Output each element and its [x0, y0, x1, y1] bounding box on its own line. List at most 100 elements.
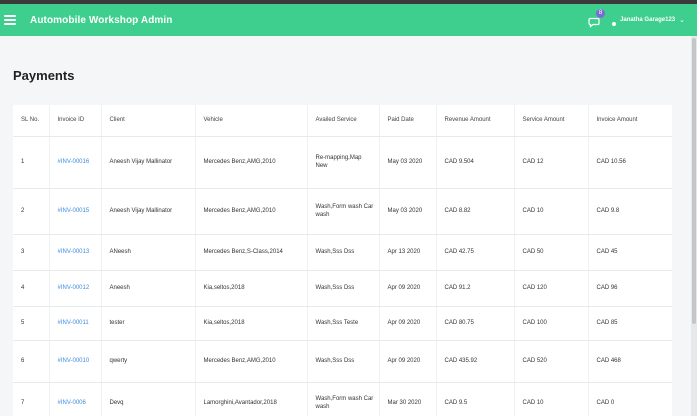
chat-icon[interactable]: 8	[588, 9, 606, 28]
table-header-row: SL No. Invoice ID Client Vehicle Availed…	[13, 105, 672, 137]
revenue-cell: CAD 8.82	[436, 188, 515, 235]
app-title: Automobile Workshop Admin	[30, 14, 173, 26]
hamburger-menu-icon[interactable]	[4, 15, 16, 25]
column-header: Service Amount	[514, 105, 589, 137]
paid-date-cell: Apr 09 2020	[379, 340, 437, 383]
vehicle-cell: Lamorghini,Avantador,2018	[195, 382, 308, 416]
client-cell: Aneesh	[101, 270, 196, 307]
invoice-id-cell: #INV-00016	[49, 136, 102, 189]
service-amount-cell: CAD 12	[514, 136, 589, 189]
invoice-id-cell: #INV-00013	[49, 234, 102, 271]
invoice-link[interactable]: #INV-00012	[58, 285, 90, 291]
table-row: 5 #INV-00011 tester Kia,seltos,2018 Wash…	[13, 306, 672, 341]
service-amount-cell: CAD 10	[514, 188, 589, 235]
vehicle-cell: Kia,seltos,2018	[195, 270, 308, 307]
scrollbar-thumb[interactable]	[692, 38, 696, 324]
payments-table: SL No. Invoice ID Client Vehicle Availed…	[13, 105, 672, 416]
invoice-link[interactable]: #INV-00016	[58, 159, 90, 165]
invoice-id-cell: #INV-00012	[49, 270, 102, 307]
page-title: Payments	[13, 68, 75, 83]
invoice-amount-cell: CAD 85	[588, 306, 672, 341]
paid-date-cell: Mar 30 2020	[379, 382, 437, 416]
paid-date-cell: Apr 13 2020	[379, 234, 437, 271]
vehicle-cell: Mercedes Benz,S-Class,2014	[195, 234, 308, 271]
service-cell: Wash,Form wash Car wash	[307, 188, 380, 235]
invoice-amount-cell: CAD 468	[588, 340, 672, 383]
paid-date-cell: Apr 09 2020	[379, 306, 437, 341]
service-cell: Wash,Sss Dss	[307, 234, 380, 271]
service-amount-cell: CAD 50	[514, 234, 589, 271]
client-cell: Devq	[101, 382, 196, 416]
service-cell: Wash,Form wash Car wash	[307, 382, 380, 416]
sl-cell: 4	[13, 270, 50, 307]
paid-date-cell: May 03 2020	[379, 136, 437, 189]
chevron-down-icon[interactable]: ⌄	[679, 16, 685, 24]
client-cell: ANeesh	[101, 234, 196, 271]
service-cell: Wash,Sss Dss	[307, 340, 380, 383]
sl-cell: 7	[13, 382, 50, 416]
service-cell: Wash,Sss Teste	[307, 306, 380, 341]
sl-cell: 1	[13, 136, 50, 189]
service-amount-cell: CAD 520	[514, 340, 589, 383]
service-amount-cell: CAD 120	[514, 270, 589, 307]
table-row: 2 #INV-00015 Aneesh Vijay Mallinator Mer…	[13, 188, 672, 235]
service-cell: Wash,Sss Dss	[307, 270, 380, 307]
top-navbar: Automobile Workshop Admin 8 Janatha Gara…	[0, 4, 697, 36]
vehicle-cell: Mercedes Benz,AMG,2010	[195, 136, 308, 189]
table-row: 1 #INV-00016 Aneesh Vijay Mallinator Mer…	[13, 136, 672, 189]
invoice-amount-cell: CAD 9.8	[588, 188, 672, 235]
online-status-icon	[612, 22, 617, 26]
invoice-amount-cell: CAD 0	[588, 382, 672, 416]
table-row: 6 #INV-00010 qwerty Mercedes Benz,AMG,20…	[13, 340, 672, 383]
column-header: Invoice ID	[49, 105, 102, 137]
table-row: 3 #INV-00013 ANeesh Mercedes Benz,S-Clas…	[13, 234, 672, 271]
vehicle-cell: Kia,seltos,2018	[195, 306, 308, 341]
invoice-amount-cell: CAD 45	[588, 234, 672, 271]
revenue-cell: CAD 9.5	[436, 382, 515, 416]
client-cell: Aneesh Vijay Mallinator	[101, 188, 196, 235]
sl-cell: 3	[13, 234, 50, 271]
sl-cell: 2	[13, 188, 50, 235]
client-cell: qwerty	[101, 340, 196, 383]
column-header: Paid Date	[379, 105, 437, 137]
invoice-link[interactable]: #INV-0006	[58, 400, 86, 406]
invoice-amount-cell: CAD 96	[588, 270, 672, 307]
column-header: Revenue Amount	[436, 105, 515, 137]
user-area: 8 Janatha Garage123 ⌄	[588, 9, 685, 28]
payments-card: SL No. Invoice ID Client Vehicle Availed…	[13, 105, 672, 416]
revenue-cell: CAD 435.92	[436, 340, 515, 383]
column-header: Vehicle	[195, 105, 308, 137]
vehicle-cell: Mercedes Benz,AMG,2010	[195, 340, 308, 383]
chat-badge: 8	[596, 9, 606, 18]
invoice-link[interactable]: #INV-00013	[58, 249, 90, 255]
column-header: Invoice Amount	[588, 105, 672, 137]
client-cell: tester	[101, 306, 196, 341]
column-header: SL No.	[13, 105, 50, 137]
invoice-link[interactable]: #INV-00011	[58, 320, 89, 326]
client-cell: Aneesh Vijay Mallinator	[101, 136, 196, 189]
vehicle-cell: Mercedes Benz,AMG,2010	[195, 188, 308, 235]
revenue-cell: CAD 80.75	[436, 306, 515, 341]
revenue-cell: CAD 42.75	[436, 234, 515, 271]
invoice-id-cell: #INV-00015	[49, 188, 102, 235]
service-amount-cell: CAD 10	[514, 382, 589, 416]
column-header: Client	[101, 105, 196, 137]
table-row: 4 #INV-00012 Aneesh Kia,seltos,2018 Wash…	[13, 270, 672, 307]
paid-date-cell: Apr 09 2020	[379, 270, 437, 307]
invoice-link[interactable]: #INV-00015	[58, 208, 90, 214]
sl-cell: 5	[13, 306, 50, 341]
invoice-amount-cell: CAD 10.56	[588, 136, 672, 189]
invoice-id-cell: #INV-0006	[49, 382, 102, 416]
paid-date-cell: May 03 2020	[379, 188, 437, 235]
service-cell: Re-mapping,Map New	[307, 136, 380, 189]
user-menu[interactable]: Janatha Garage123	[620, 17, 675, 23]
invoice-id-cell: #INV-00011	[49, 306, 102, 341]
table-row: 7 #INV-0006 Devq Lamorghini,Avantador,20…	[13, 382, 672, 416]
service-amount-cell: CAD 100	[514, 306, 589, 341]
revenue-cell: CAD 9.504	[436, 136, 515, 189]
column-header: Availed Service	[307, 105, 380, 137]
revenue-cell: CAD 91.2	[436, 270, 515, 307]
sl-cell: 6	[13, 340, 50, 383]
invoice-link[interactable]: #INV-00010	[58, 358, 90, 364]
invoice-id-cell: #INV-00010	[49, 340, 102, 383]
